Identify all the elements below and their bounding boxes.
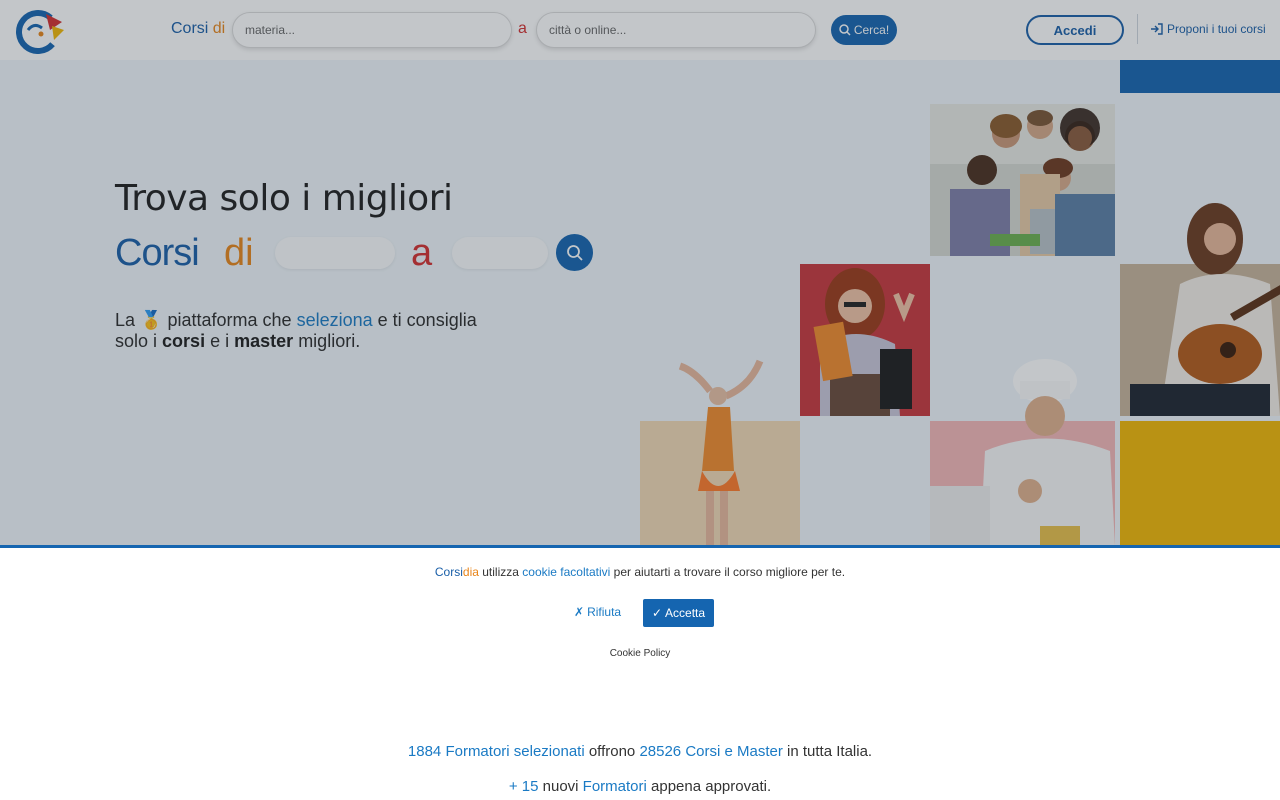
top-navbar: Corsi di a Cerca! Accedi Proponi i tuoi … [0, 0, 1280, 60]
cookie-brand-a: Corsi [434, 565, 463, 579]
tagline-solo: solo i [115, 331, 158, 351]
tagline-e: e i [210, 331, 230, 351]
hero-tagline: La 🥇 piattaforma che seleziona e ti cons… [115, 310, 515, 352]
reject-label: Rifiuta [587, 605, 622, 619]
accept-cookies-button[interactable]: ✓ Accetta [643, 599, 714, 627]
new-trainers-count: + 15 [508, 778, 539, 795]
search-icon [839, 24, 851, 36]
cookie-text-2: per aiutarti a trovare il corso migliore… [610, 565, 846, 579]
new-text: nuovi [542, 778, 579, 795]
login-button[interactable]: Accedi [1026, 15, 1124, 45]
header-divider [1137, 14, 1138, 44]
hero-brand-di: di [224, 232, 254, 274]
tagline-corsi: corsi [162, 331, 206, 351]
header-brand-corsi: Corsi [171, 20, 213, 37]
cookie-text-1: utilizza [478, 565, 523, 579]
subject-search-input[interactable] [232, 12, 512, 48]
stats-line: 1884 Formatori selezionati offrono 28526… [0, 743, 1280, 760]
cookie-policy-link[interactable]: Cookie Policy [0, 648, 1280, 659]
cookie-banner: Corsidia utilizza cookie facoltativi per… [0, 545, 1280, 675]
check-icon: ✓ [651, 606, 663, 620]
group-students-photo [930, 104, 1115, 256]
cookie-message: Corsidia utilizza cookie facoltativi per… [0, 565, 1280, 579]
courses-count: 28526 [639, 743, 682, 760]
chef-photo [930, 359, 1115, 546]
hero-city-input[interactable] [452, 237, 548, 269]
medal-icon: 🥇 [140, 310, 163, 330]
header-brand-di: di [212, 20, 226, 37]
search-button-label: Cerca! [853, 23, 890, 37]
search-button[interactable]: Cerca! [831, 15, 897, 45]
propose-courses-link[interactable]: Proponi i tuoi corsi [1150, 22, 1266, 36]
corsidia-logo[interactable] [14, 8, 66, 54]
mosaic-tile-blue [1120, 60, 1280, 93]
courses-link[interactable]: Corsi e Master [685, 743, 783, 760]
header-a-label: a [518, 20, 527, 37]
accept-label: Accetta [665, 606, 706, 620]
x-icon: ✗ [574, 605, 585, 619]
hero-title: Trova solo i migliori [115, 178, 453, 219]
hero-section: Trova solo i migliori Corsi di a La 🥇 pi… [0, 60, 1280, 546]
tagline-seleziona: seleziona [296, 310, 373, 330]
hero-subject-input[interactable] [275, 237, 395, 269]
tagline-la: La [115, 310, 136, 330]
cookie-optional-link[interactable]: cookie facoltativi [522, 565, 610, 579]
cookie-brand-b: dia [462, 565, 479, 579]
tagline-rest: e ti consiglia [377, 310, 477, 330]
new-trainers-link[interactable]: Formatori [583, 778, 647, 795]
guitar-player-photo [1120, 203, 1280, 416]
hero-search-button[interactable] [556, 234, 593, 271]
trainers-count: 1884 [407, 743, 442, 760]
reject-cookies-button[interactable]: ✗ Rifiuta [574, 605, 621, 619]
hero-brand-corsi: Corsi [115, 232, 200, 274]
header-brand: Corsi di [171, 20, 225, 38]
tagline-mid: piattaforma che [167, 310, 292, 330]
city-search-input[interactable] [536, 12, 816, 48]
new-trainers-line: + 15 nuovi Formatori appena approvati. [0, 778, 1280, 795]
tagline-master: master [234, 331, 294, 351]
search-icon [566, 244, 583, 261]
propose-courses-label: Proponi i tuoi corsi [1167, 22, 1266, 36]
student-photo-red [800, 264, 930, 416]
gymnast-photo [640, 359, 800, 546]
tagline-end: migliori. [298, 331, 361, 351]
new-suffix: appena approvati. [651, 778, 772, 795]
mosaic-tile-yellow [1120, 421, 1280, 546]
stats-suffix: in tutta Italia. [787, 743, 873, 760]
trainers-link[interactable]: Formatori selezionati [445, 743, 584, 760]
stats-offer-text: offrono [588, 743, 636, 760]
hero-a-label: a [411, 232, 433, 274]
sign-in-icon [1151, 23, 1163, 35]
